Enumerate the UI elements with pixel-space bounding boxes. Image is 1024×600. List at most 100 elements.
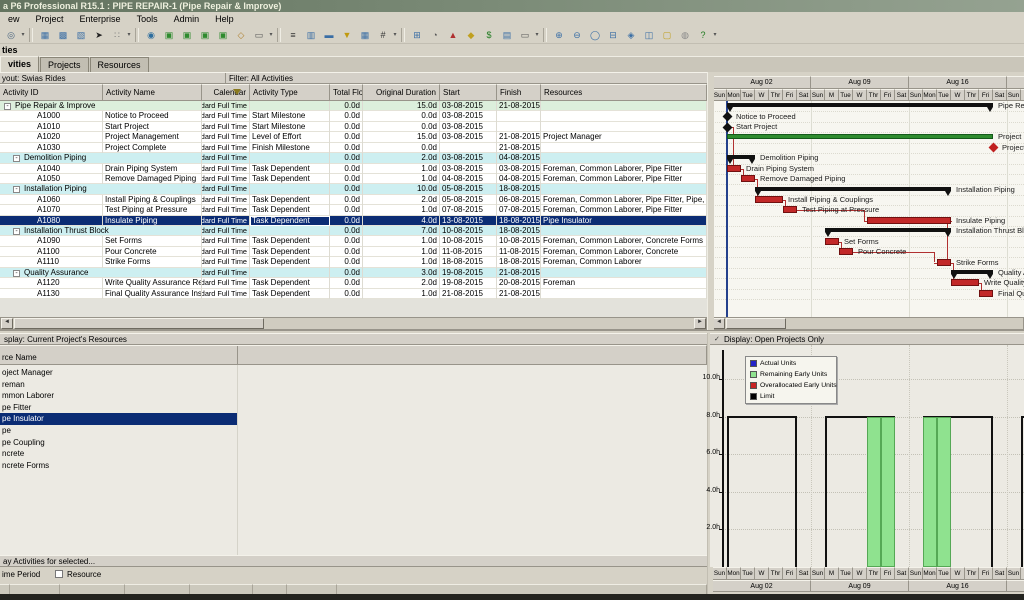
gantt-summary-bar[interactable] (727, 103, 993, 107)
table-row[interactable]: A1130Final Quality Assurance Inspectionn… (0, 289, 707, 299)
activity-network-icon[interactable]: ▧ (73, 27, 89, 43)
table-row[interactable]: A1100Pour Concretendard Full TimeTask De… (0, 247, 707, 257)
table-row[interactable]: A1000Notice to Proceedndard Full TimeSta… (0, 111, 707, 121)
table-group-row[interactable]: -Demolition Pipingndard Full Time0.0d2.0… (0, 153, 707, 163)
resource-checkbox[interactable] (55, 570, 63, 578)
scroll-left-icon[interactable]: ◄ (1, 318, 13, 329)
resource-list-item[interactable]: pe (0, 425, 237, 437)
title-bar[interactable]: a P6 Professional R15.1 : PIPE REPAIR-1 … (0, 0, 1024, 12)
group-band-icon[interactable]: ≡ (285, 27, 301, 43)
usage-panel-header[interactable]: ✓Display: Open Projects Only (710, 333, 1024, 345)
gantt-view-icon[interactable]: ▩ (55, 27, 71, 43)
tab-projects[interactable]: Projects (40, 57, 89, 72)
table-row[interactable]: A1010Start Projectndard Full TimeStart M… (0, 122, 707, 132)
usage-bar[interactable] (867, 417, 881, 567)
filter-funnel-icon[interactable]: ▼ (339, 27, 355, 43)
resource-list-item[interactable]: pe Insulator (0, 413, 237, 425)
usage-bar[interactable] (923, 417, 937, 567)
toolbar-dropdown-icon[interactable]: ▾ (20, 28, 26, 42)
column-header-total-float[interactable]: Total Float (330, 84, 363, 101)
gantt-summary-bar[interactable] (825, 228, 951, 232)
menu-item-admin[interactable]: Admin (166, 12, 208, 26)
trace-logic-icon[interactable]: ∷ (109, 27, 125, 43)
resource-list-item[interactable]: pe Coupling (0, 437, 237, 449)
table-group-row[interactable]: -Installation Thrust Blockndard Full Tim… (0, 226, 707, 236)
assign-resources-icon[interactable]: ◆ (463, 27, 479, 43)
gantt-hscrollbar[interactable]: ◄ (710, 317, 1024, 330)
column-header-original-duration[interactable]: Original Duration (363, 84, 440, 101)
gantt-task-bar[interactable] (727, 165, 741, 172)
gantt-task-bar[interactable] (741, 175, 755, 182)
gantt-task-bar[interactable] (755, 196, 783, 203)
table-row[interactable]: A1020Project Managementndard Full TimeLe… (0, 132, 707, 142)
usage-bar[interactable] (937, 417, 951, 567)
timescale-week[interactable]: Aug 02 (713, 76, 811, 89)
search-icon[interactable]: ◎ (3, 27, 19, 43)
table-group-row[interactable]: -Pipe Repair & Improvendard Full Time0.0… (0, 101, 707, 111)
comment-icon[interactable]: ▢ (659, 27, 675, 43)
resource-list-item[interactable]: ncrete Forms (0, 460, 237, 472)
timescale-week[interactable] (1007, 580, 1024, 592)
collapse-toggle-icon[interactable]: - (4, 103, 11, 110)
timescale-week[interactable]: Aug 16 (909, 580, 1007, 592)
code-number-icon[interactable]: # (375, 27, 391, 43)
bars-settings-icon[interactable]: ▬ (321, 27, 337, 43)
resource-list-item[interactable]: oject Manager (0, 367, 237, 379)
collapse-icon[interactable]: ◈ (623, 27, 639, 43)
zoom-fit-icon[interactable]: ◯ (587, 27, 603, 43)
camera-icon[interactable]: ▭ (251, 27, 267, 43)
column-header-finish[interactable]: Finish (497, 84, 541, 101)
vertical-splitter[interactable] (707, 72, 714, 330)
toolbar-dropdown-icon[interactable]: ▾ (126, 28, 132, 42)
menu-item-project[interactable]: Project (28, 12, 72, 26)
vertical-split-icon[interactable]: ◫ (641, 27, 657, 43)
display-activities-bar[interactable]: ay Activities for selected... (0, 555, 707, 567)
resource-list-item[interactable]: ncrete (0, 448, 237, 460)
scroll-left-icon[interactable]: ◄ (713, 318, 725, 329)
gantt-task-bar[interactable] (825, 238, 839, 245)
column-header-resources[interactable]: Resources (541, 84, 707, 101)
horizontal-split-icon[interactable]: ⊟ (605, 27, 621, 43)
print-icon[interactable]: ▭ (517, 27, 533, 43)
column-header-calendar[interactable]: Calendar (202, 84, 250, 101)
tab-resources[interactable]: Resources (90, 57, 149, 72)
toolbar-dropdown-icon[interactable]: ▾ (268, 28, 274, 42)
collapse-toggle-icon[interactable]: - (13, 155, 20, 162)
link-activities-icon[interactable]: ◇ (233, 27, 249, 43)
timescale-week[interactable]: Aug 16 (909, 76, 1007, 89)
gantt-task-bar[interactable] (839, 248, 853, 255)
gantt-task-bar[interactable] (979, 290, 993, 297)
timescale-week[interactable] (1007, 76, 1024, 89)
cost-icon[interactable]: $ (481, 27, 497, 43)
gantt-task-bar[interactable] (867, 217, 951, 224)
activity-table-icon[interactable]: ▦ (37, 27, 53, 43)
gantt-loe-bar[interactable] (727, 134, 993, 139)
reports-icon[interactable]: ▤ (499, 27, 515, 43)
column-header-start[interactable]: Start (440, 84, 497, 101)
column-header-activity-name[interactable]: Activity Name (103, 84, 202, 101)
table-row[interactable]: A1120Write Quality Assurance Reportndard… (0, 278, 707, 288)
help-icon[interactable]: ? (695, 27, 711, 43)
scroll-thumb[interactable] (14, 318, 264, 329)
table-row[interactable]: A1060Install Piping & Couplingsndard Ful… (0, 195, 707, 205)
copy-icon[interactable]: ▣ (179, 27, 195, 43)
filter-label[interactable]: Filter: All Activities (225, 73, 707, 84)
gantt-task-bar[interactable] (951, 279, 979, 286)
zoom-out-icon[interactable]: ⊖ (569, 27, 585, 43)
scroll-right-icon[interactable]: ► (694, 318, 706, 329)
table-group-row[interactable]: -Quality Assurancendard Full Time0.0d3.0… (0, 268, 707, 278)
columns-icon[interactable]: ▥ (303, 27, 319, 43)
table-row[interactable]: A1050Remove Damaged Pipingndard Full Tim… (0, 174, 707, 184)
table-row[interactable]: A1110Strike Formsndard Full TimeTask Dep… (0, 257, 707, 267)
toolbar-dropdown-icon[interactable]: ▾ (712, 28, 718, 42)
menu-item-tools[interactable]: Tools (129, 12, 166, 26)
delete-row-icon[interactable]: ▣ (215, 27, 231, 43)
menu-item-enterprise[interactable]: Enterprise (72, 12, 129, 26)
collapse-toggle-icon[interactable]: - (13, 228, 20, 235)
gantt-task-bar[interactable] (937, 259, 951, 266)
gantt-task-bar[interactable] (783, 206, 797, 213)
table-row[interactable]: A1040Drain Piping Systemndard Full TimeT… (0, 164, 707, 174)
timescale-week[interactable]: Aug 02 (713, 580, 811, 592)
find-icon[interactable]: ◉ (143, 27, 159, 43)
timescale-icon[interactable]: ▦ (357, 27, 373, 43)
